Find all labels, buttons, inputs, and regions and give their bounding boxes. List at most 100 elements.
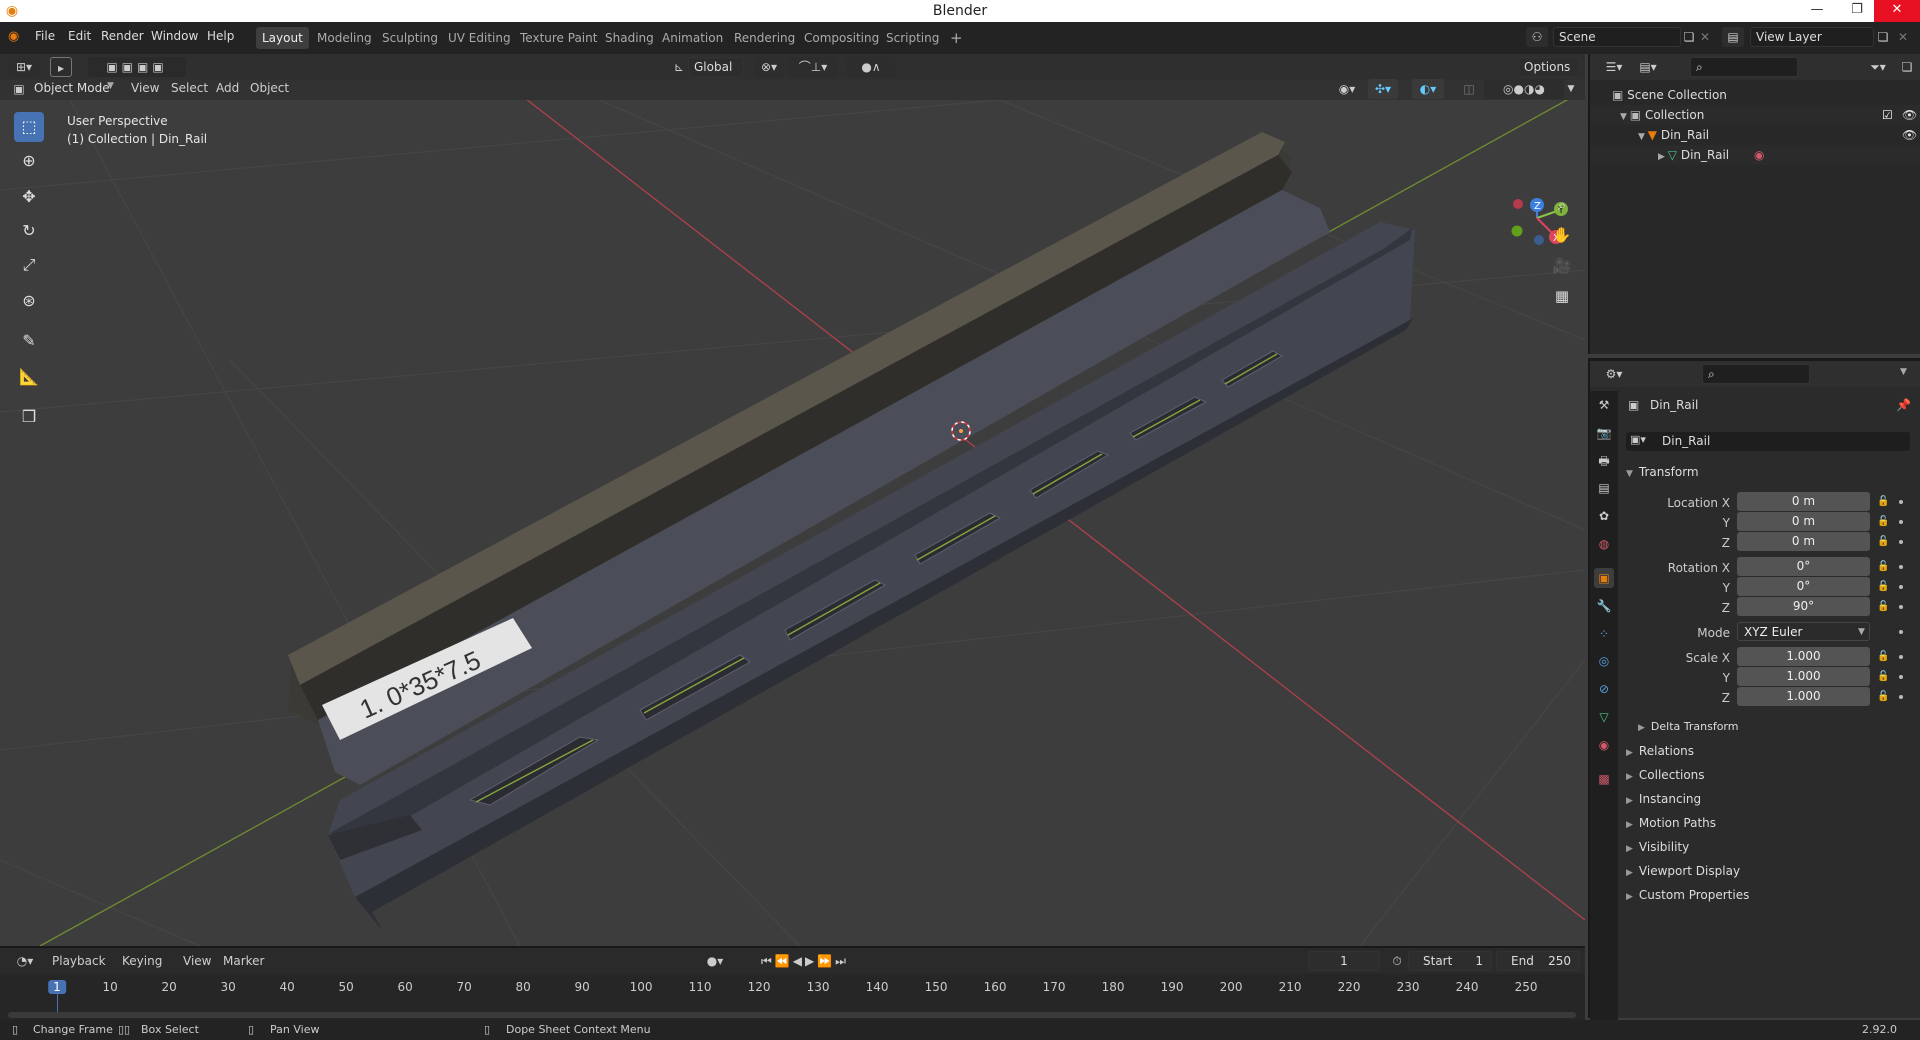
- outliner-row-collection[interactable]: ▼ ▣ Collection ☑ 👁: [1590, 105, 1920, 125]
- delete-scene-icon[interactable]: ✕: [1694, 27, 1716, 47]
- timeline-menu-marker[interactable]: Marker: [223, 954, 264, 968]
- scene-browse-icon[interactable]: ⚇: [1526, 27, 1548, 47]
- exclude-checkbox[interactable]: ☑: [1882, 105, 1893, 125]
- cursor-tool-icon[interactable]: ⊕: [14, 146, 44, 176]
- lock-icon[interactable]: 🔓: [1877, 651, 1889, 662]
- relations-section[interactable]: ▶ Relations: [1626, 744, 1694, 758]
- end-frame-field[interactable]: End 250: [1496, 951, 1580, 971]
- new-collection-icon[interactable]: ❏: [1896, 57, 1918, 77]
- timeline-menu-keying[interactable]: Keying: [122, 954, 162, 968]
- menu-render[interactable]: Render: [101, 29, 144, 43]
- scene-field[interactable]: Scene: [1553, 27, 1681, 47]
- tab-modeling[interactable]: Modeling: [311, 27, 378, 49]
- camera-view-icon[interactable]: 🎥: [1549, 253, 1575, 279]
- xray-icon[interactable]: ◫: [1458, 79, 1480, 99]
- playback-controls-icons[interactable]: ⏮⏪◀▶⏩⏭: [745, 951, 865, 971]
- location-x-field[interactable]: 0 m: [1737, 492, 1870, 511]
- motion-paths-section[interactable]: ▶ Motion Paths: [1626, 816, 1716, 830]
- menu-help[interactable]: Help: [207, 29, 234, 43]
- lock-icon[interactable]: 🔓: [1877, 581, 1889, 592]
- rotation-x-field[interactable]: 0°: [1737, 557, 1870, 576]
- editor-type-icon[interactable]: ⊞▾: [8, 57, 40, 77]
- rotation-z-field[interactable]: 90°: [1737, 597, 1870, 616]
- custom-properties-section[interactable]: ▶ Custom Properties: [1626, 888, 1749, 902]
- display-mode-icon[interactable]: ▤▾: [1634, 57, 1662, 77]
- scale-x-field[interactable]: 1.000: [1737, 647, 1870, 666]
- view-layer-tab-icon[interactable]: ▤: [1594, 478, 1614, 498]
- delta-transform-subpanel[interactable]: ▶ Delta Transform: [1638, 720, 1738, 733]
- object-name-field[interactable]: ▣▾ Din_Rail: [1626, 432, 1910, 451]
- lock-icon[interactable]: 🔓: [1877, 691, 1889, 702]
- material-icon[interactable]: ◉: [1754, 145, 1764, 165]
- visibility-eye-icon[interactable]: 👁: [1902, 125, 1917, 145]
- pan-hand-icon[interactable]: ✋: [1549, 222, 1575, 248]
- viewport-menu-add[interactable]: Add: [216, 81, 239, 95]
- keyframe-dot-icon[interactable]: [1899, 500, 1903, 504]
- scale-z-field[interactable]: 1.000: [1737, 687, 1870, 706]
- timeline-editor-type-icon[interactable]: ◔▾: [10, 951, 40, 971]
- transform-tool-icon[interactable]: ⊛: [14, 286, 44, 316]
- tab-sculpting[interactable]: Sculpting: [376, 27, 444, 49]
- selection-mode-icons[interactable]: ▣▣▣▣: [88, 57, 186, 77]
- select-box-tool-icon[interactable]: ⬚: [14, 112, 44, 142]
- transform-orientation-dropdown[interactable]: Global: [688, 57, 744, 77]
- chevron-down-icon[interactable]: ▼: [1900, 367, 1907, 377]
- keyframe-dot-icon[interactable]: [1899, 520, 1903, 524]
- keyframe-dot-icon[interactable]: [1899, 565, 1903, 569]
- view-layer-browse-icon[interactable]: ▤: [1722, 27, 1744, 47]
- overlay-toggle-icon[interactable]: ◐▾: [1412, 79, 1444, 99]
- tab-uv-editing[interactable]: UV Editing: [442, 27, 517, 49]
- keyframe-dot-icon[interactable]: [1899, 675, 1903, 679]
- rotation-y-field[interactable]: 0°: [1737, 577, 1870, 596]
- tab-rendering[interactable]: Rendering: [728, 27, 801, 49]
- snap-icon[interactable]: ⌒⊥▾: [788, 57, 838, 77]
- data-tab-icon[interactable]: ▽: [1594, 707, 1614, 727]
- location-z-field[interactable]: 0 m: [1737, 532, 1870, 551]
- modifiers-tab-icon[interactable]: 🔧: [1594, 596, 1614, 616]
- select-mode-icon[interactable]: ▸: [50, 57, 72, 77]
- expand-arrow-icon[interactable]: ▼: [1638, 132, 1648, 142]
- annotate-tool-icon[interactable]: ✎: [14, 326, 44, 356]
- tab-animation[interactable]: Animation: [656, 27, 729, 49]
- tab-compositing[interactable]: Compositing: [798, 27, 885, 49]
- menu-edit[interactable]: Edit: [68, 29, 91, 43]
- world-tab-icon[interactable]: ◍: [1594, 534, 1614, 554]
- tab-texture-paint[interactable]: Texture Paint: [514, 27, 603, 49]
- outliner-row-scene-collection[interactable]: ▣ Scene Collection: [1590, 85, 1920, 105]
- timeline-menu-view[interactable]: View: [183, 954, 211, 968]
- restore-button[interactable]: ❐: [1840, 0, 1874, 22]
- keyframe-dot-icon[interactable]: [1899, 630, 1903, 634]
- outliner-search-input[interactable]: ⌕: [1690, 57, 1798, 77]
- transform-section-header[interactable]: ▼ Transform: [1626, 465, 1699, 479]
- material-tab-icon[interactable]: ◉: [1594, 735, 1614, 755]
- close-button[interactable]: ✕: [1874, 0, 1920, 22]
- zoom-icon[interactable]: ⌕: [1549, 192, 1575, 218]
- lock-icon[interactable]: 🔓: [1877, 496, 1889, 507]
- render-tab-icon[interactable]: 📷: [1594, 423, 1614, 443]
- output-tab-icon[interactable]: 🖶: [1594, 451, 1614, 471]
- tool-tab-icon[interactable]: ⚒: [1594, 395, 1614, 415]
- din-rail-mesh[interactable]: [288, 132, 1415, 930]
- filter-icon[interactable]: ⏷▾: [1862, 57, 1894, 77]
- tab-shading[interactable]: Shading: [599, 27, 660, 49]
- properties-editor-type-icon[interactable]: ⚙▾: [1598, 364, 1630, 384]
- pin-icon[interactable]: 📌: [1896, 398, 1911, 412]
- menu-file[interactable]: File: [35, 29, 55, 43]
- rotate-tool-icon[interactable]: ↻: [14, 216, 44, 246]
- add-workspace-button[interactable]: +: [944, 27, 969, 49]
- tab-layout[interactable]: Layout: [256, 27, 309, 49]
- preview-range-icon[interactable]: ⏱: [1386, 951, 1408, 971]
- visibility-icon[interactable]: ◉▾: [1332, 79, 1362, 99]
- view-layer-field[interactable]: View Layer: [1750, 27, 1874, 47]
- scale-tool-icon[interactable]: ⤢: [14, 250, 44, 280]
- keyframe-dot-icon[interactable]: [1899, 585, 1903, 589]
- auto-keying-icon[interactable]: ●▾: [700, 951, 730, 971]
- keyframe-dot-icon[interactable]: [1899, 695, 1903, 699]
- add-cube-tool-icon[interactable]: ❒: [14, 402, 44, 432]
- constraints-tab-icon[interactable]: ⊘: [1594, 679, 1614, 699]
- collections-section[interactable]: ▶ Collections: [1626, 768, 1705, 782]
- perspective-toggle-icon[interactable]: ▦: [1549, 283, 1575, 309]
- viewport-display-section[interactable]: ▶ Viewport Display: [1626, 864, 1740, 878]
- scene-tab-icon[interactable]: ✿: [1594, 506, 1614, 526]
- lock-icon[interactable]: 🔓: [1877, 601, 1889, 612]
